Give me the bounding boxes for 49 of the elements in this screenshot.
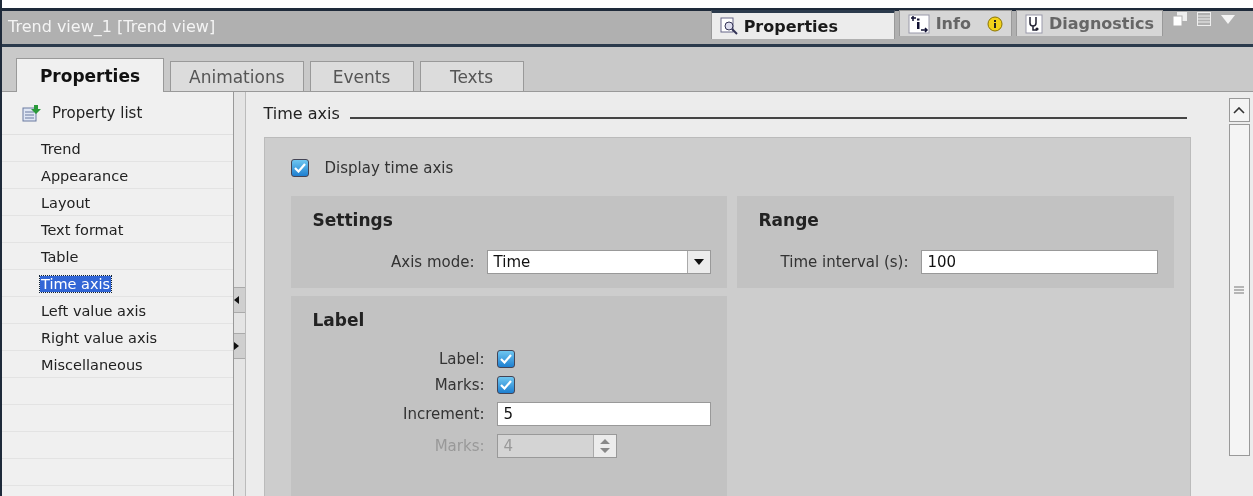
info-badge-icon bbox=[986, 15, 1003, 32]
right-arrow-icon bbox=[233, 342, 239, 350]
group-title: Label bbox=[312, 310, 366, 330]
tab[interactable]: Texts bbox=[419, 61, 524, 91]
sidebar-item[interactable]: Time axis bbox=[40, 275, 112, 292]
input-field[interactable]: 100 bbox=[920, 250, 1158, 274]
field-label: Increment: bbox=[402, 405, 485, 423]
up-chevron-icon bbox=[1233, 106, 1246, 114]
list-arrow-icon bbox=[22, 104, 42, 122]
scrollbar-thumb[interactable] bbox=[1228, 124, 1250, 456]
tab[interactable]: Properties bbox=[16, 58, 164, 92]
view-tab[interactable]: Info bbox=[898, 10, 1012, 36]
sidebar-item[interactable]: Right value axis bbox=[40, 329, 159, 346]
sidebar-item[interactable]: Layout bbox=[40, 194, 92, 211]
checkbox-label: Display time axis bbox=[324, 159, 454, 177]
up-down-arrows-icon bbox=[599, 438, 610, 454]
expand-right-button[interactable] bbox=[233, 333, 245, 359]
input-field[interactable]: 5 bbox=[496, 402, 711, 426]
property-list-title: Property list bbox=[52, 104, 143, 122]
sidebar-item[interactable]: Trend bbox=[40, 140, 82, 157]
view-tab[interactable]: Diagnostics bbox=[1015, 10, 1163, 36]
section-title: Time axis bbox=[263, 104, 340, 123]
sidebar-item[interactable]: Table bbox=[40, 248, 80, 265]
caret-icon bbox=[693, 259, 704, 265]
checkbox[interactable] bbox=[496, 376, 515, 394]
scroll-up-button[interactable] bbox=[1228, 98, 1250, 122]
grip-icon bbox=[1234, 286, 1245, 294]
field-label: Time interval (s): bbox=[779, 253, 909, 271]
stethoscope-icon bbox=[1024, 13, 1043, 34]
view-tab[interactable]: Properties bbox=[710, 10, 895, 39]
panel-title: Trend view_1 [Trend view] bbox=[7, 17, 216, 38]
info-arrows-icon bbox=[907, 13, 930, 34]
left-arrow-icon bbox=[233, 296, 239, 304]
field-label: Axis mode: bbox=[390, 253, 475, 271]
collapse-left-button[interactable] bbox=[233, 287, 245, 313]
group-title: Settings bbox=[312, 210, 394, 230]
tab[interactable]: Events bbox=[309, 61, 414, 91]
tab[interactable]: Animations bbox=[170, 61, 304, 91]
dropdown[interactable]: Time bbox=[486, 250, 711, 274]
checkbox[interactable] bbox=[290, 159, 309, 177]
sidebar-item[interactable]: Left value axis bbox=[40, 302, 148, 319]
sidebar-item[interactable]: Text format bbox=[40, 221, 125, 238]
sidebar-item[interactable]: Appearance bbox=[40, 167, 130, 184]
group-title: Range bbox=[758, 210, 820, 230]
magnifier-icon bbox=[719, 17, 738, 35]
field-label: Marks: bbox=[433, 376, 485, 394]
field-label: Label: bbox=[438, 350, 485, 368]
sidebar-item[interactable]: Miscellaneous bbox=[40, 356, 144, 373]
checkbox[interactable] bbox=[496, 350, 515, 368]
